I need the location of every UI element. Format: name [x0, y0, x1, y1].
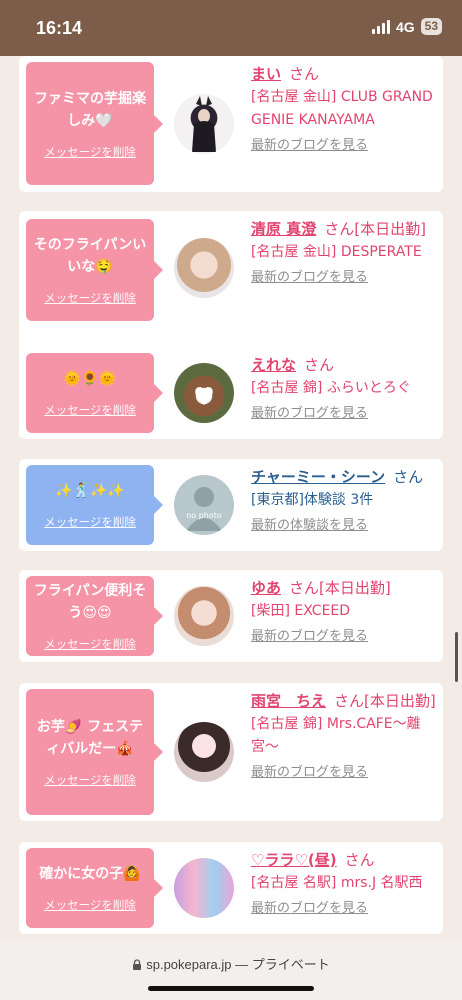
delete-message-link[interactable]: メッセージを削除: [44, 402, 136, 418]
girl-name-link[interactable]: ♡ララ♡(昼): [251, 851, 337, 869]
private-mode-label: — プライベート: [235, 957, 330, 972]
user-name-link[interactable]: チャーミー・シーン: [251, 468, 385, 486]
browser-url-bar[interactable]: sp.pokepara.jp — プライベート: [0, 940, 462, 1000]
message-text: 確かに女の子🙆: [39, 866, 141, 882]
girl-name-link[interactable]: ゆあ: [251, 579, 281, 597]
shop-info: [名古屋 金山] CLUB GRAND GENIE KANAYAMA: [251, 89, 433, 128]
delete-message-link[interactable]: メッセージを削除: [44, 290, 136, 306]
status-bar: 16:14 4G 53: [0, 0, 462, 56]
message-text: フライパン便利そう😍😍: [33, 583, 147, 621]
avatar[interactable]: [174, 722, 234, 782]
profile-info: えれな さん [名古屋 錦] ふらいとろぐ 最新のブログを見る: [251, 353, 437, 424]
message-text: ✨🕺✨✨: [55, 483, 125, 499]
latest-blog-link[interactable]: 最新のブログを見る: [251, 763, 437, 783]
message-bubble: ✨🕺✨✨ メッセージを削除: [26, 465, 163, 545]
girl-name-link[interactable]: 清原 真澄: [251, 220, 316, 238]
url-text: sp.pokepara.jp: [146, 957, 232, 972]
list-item: お芋🍠 フェスティバルだー🎪 メッセージを削除 雨宮 ちえ さん[本日出勤] [名…: [19, 683, 443, 821]
message-text: ファミマの芋掘楽しみ🤍: [34, 90, 146, 129]
honorific: さん: [324, 220, 355, 238]
status-time: 16:14: [36, 18, 83, 38]
avatar[interactable]: [174, 586, 234, 646]
avatar[interactable]: [174, 363, 234, 423]
shop-info: [名古屋 錦] Mrs.CAFE〜離宮〜: [251, 716, 421, 755]
profile-info: 清原 真澄 さん[本日出勤] [名古屋 金山] DESPERATE 最新のブログを…: [251, 217, 437, 288]
scrollbar[interactable]: [455, 632, 458, 682]
list-item: フライパン便利そう😍😍 メッセージを削除 ゆあ さん[本日出勤] [柴田] EXC…: [19, 570, 443, 662]
latest-review-link[interactable]: 最新の体験談を見る: [251, 516, 437, 536]
girl-name-link[interactable]: えれな: [251, 356, 296, 374]
avatar[interactable]: [174, 858, 234, 918]
avatar[interactable]: [174, 94, 234, 154]
shop-info: [名古屋 金山] DESPERATE: [251, 244, 422, 260]
latest-blog-link[interactable]: 最新のブログを見る: [251, 136, 437, 156]
message-bubble: そのフライパンいいな🤤 メッセージを削除: [26, 219, 163, 321]
shop-info: [東京都]体験談 3件: [251, 492, 374, 508]
message-bubble: お芋🍠 フェスティバルだー🎪 メッセージを削除: [26, 689, 163, 815]
shop-info: [名古屋 錦] ふらいとろぐ: [251, 380, 411, 396]
shop-info: [名古屋 名駅] mrs.J 名駅西: [251, 875, 423, 891]
profile-info: ゆあ さん[本日出勤] [柴田] EXCEED 最新のブログを見る: [251, 576, 437, 647]
latest-blog-link[interactable]: 最新のブログを見る: [251, 899, 437, 919]
url-display[interactable]: sp.pokepara.jp — プライベート: [0, 954, 462, 973]
delete-message-link[interactable]: メッセージを削除: [44, 772, 136, 788]
honorific: さん: [393, 468, 424, 486]
honorific: さん: [289, 65, 320, 83]
avatar[interactable]: no photo: [174, 475, 234, 535]
list-item: ファミマの芋掘楽しみ🤍 メッセージを削除 まい さん [名古屋 金山] CLUB …: [19, 56, 443, 192]
message-bubble: フライパン便利そう😍😍 メッセージを削除: [26, 576, 163, 656]
delete-message-link[interactable]: メッセージを削除: [44, 897, 136, 913]
honorific: さん: [344, 851, 375, 869]
latest-blog-link[interactable]: 最新のブログを見る: [251, 627, 437, 647]
message-list[interactable]: ファミマの芋掘楽しみ🤍 メッセージを削除 まい さん [名古屋 金山] CLUB …: [0, 56, 462, 940]
latest-blog-link[interactable]: 最新のブログを見る: [251, 404, 437, 424]
latest-blog-link[interactable]: 最新のブログを見る: [251, 268, 437, 288]
message-text: お芋🍠 フェスティバルだー🎪: [36, 719, 144, 757]
delete-message-link[interactable]: メッセージを削除: [44, 636, 136, 652]
lock-icon: [133, 959, 142, 970]
delete-message-link[interactable]: メッセージを削除: [44, 514, 136, 530]
profile-info: チャーミー・シーン さん [東京都]体験談 3件 最新の体験談を見る: [251, 465, 437, 536]
avatar[interactable]: [174, 238, 234, 298]
message-text: そのフライパンいいな🤤: [33, 237, 147, 275]
message-text: 🌞🌻🌞: [63, 371, 117, 387]
status-indicators: 4G 53: [371, 18, 442, 35]
list-item: 確かに女の子🙆 メッセージを削除 ♡ララ♡(昼) さん [名古屋 名駅] mrs.…: [19, 842, 443, 934]
battery-icon: 53: [420, 18, 442, 35]
list-item: ✨🕺✨✨ メッセージを削除 no photo チャーミー・シーン さん [東京都]…: [19, 459, 443, 551]
shop-info: [柴田] EXCEED: [251, 603, 351, 619]
message-bubble: 確かに女の子🙆 メッセージを削除: [26, 848, 163, 928]
attendance-badge: [本日出勤]: [319, 579, 391, 597]
honorific: さん: [289, 579, 320, 597]
girl-name-link[interactable]: まい: [251, 65, 281, 83]
delete-message-link[interactable]: メッセージを削除: [44, 144, 136, 160]
girl-name-link[interactable]: 雨宮 ちえ: [251, 692, 326, 710]
list-item: 🌞🌻🌞 メッセージを削除 えれな さん [名古屋 錦] ふらいとろぐ 最新のブログ…: [19, 347, 443, 439]
message-bubble: ファミマの芋掘楽しみ🤍 メッセージを削除: [26, 62, 163, 185]
network-type: 4G: [395, 18, 415, 35]
attendance-badge: [本日出勤]: [364, 692, 436, 710]
honorific: さん: [304, 356, 335, 374]
profile-info: ♡ララ♡(昼) さん [名古屋 名駅] mrs.J 名駅西 最新のブログを見る: [251, 848, 437, 919]
profile-info: まい さん [名古屋 金山] CLUB GRAND GENIE KANAYAMA …: [251, 62, 437, 156]
cellular-signal-icon: [371, 19, 390, 34]
no-photo-label: no photo: [186, 511, 222, 520]
message-bubble: 🌞🌻🌞 メッセージを削除: [26, 353, 163, 433]
attendance-badge: [本日出勤]: [354, 220, 426, 238]
home-indicator[interactable]: [148, 986, 314, 991]
profile-info: 雨宮 ちえ さん[本日出勤] [名古屋 錦] Mrs.CAFE〜離宮〜 最新のブロ…: [251, 689, 437, 783]
honorific: さん: [334, 692, 365, 710]
